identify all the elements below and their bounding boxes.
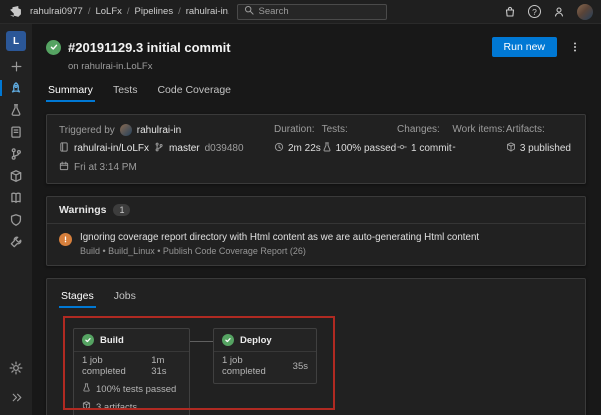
project-avatar[interactable]: L [6,31,26,51]
run-subtitle: on rahulrai-in.LoLFx [68,61,153,72]
warnings-header[interactable]: Warnings 1 [47,197,585,224]
beaker-icon [82,383,91,395]
work-items-column: Work items: - [452,124,506,153]
stage-tests-status[interactable]: 100% tests passed [96,384,176,395]
stage-name: Deploy [240,334,272,346]
triggered-by-label: Triggered by [59,124,115,136]
commit-link[interactable]: d039480 [205,143,244,154]
clock-icon [274,142,284,155]
tests-column: Tests: 100% passed [321,124,397,155]
sidebar-item-artifacts[interactable] [0,165,32,187]
tab-code-coverage[interactable]: Code Coverage [155,81,233,102]
sidebar-item-test-plans[interactable] [0,99,32,121]
duration-column: Duration: 2m 22s [274,124,321,155]
run-tabs: Summary Tests Code Coverage [46,81,586,102]
stages-card: Stages Jobs Build 1 job completed 1m 31s [46,278,586,415]
warnings-count-badge: 1 [113,204,131,216]
breadcrumb-item-org[interactable]: rahulrai0977 [30,6,83,17]
package-icon [82,401,91,413]
sidebar-item-wiki[interactable] [0,187,32,209]
sidebar-item-extensions[interactable] [0,231,32,253]
build-success-check-icon [82,334,94,346]
rail-bottom [0,357,32,415]
stage-artifacts-status[interactable]: 3 artifacts [96,402,137,413]
warnings-card: Warnings 1 Ignoring coverage report dire… [46,196,586,266]
trigger-user-avatar [119,124,132,136]
branch-icon [154,142,164,155]
stage-duration: 1m 31s [151,355,167,377]
sidebar-item-pipelines[interactable] [0,77,32,99]
marketplace-bag-icon[interactable] [503,5,517,19]
artifacts-column: Artifacts: 3 published [505,124,571,155]
search-box[interactable] [236,3,387,20]
commit-icon [397,142,407,155]
breadcrumb-item-pipelines[interactable]: Pipelines [135,6,174,17]
azure-devops-logo-icon[interactable] [8,5,22,19]
project-settings-gear-icon[interactable] [0,357,32,379]
warnings-title: Warnings [59,204,107,216]
run-new-button[interactable]: Run new [491,37,557,57]
breadcrumb-item-project[interactable]: LoLFx [95,6,121,17]
page-title: #20191129.3 initial commit [68,39,231,55]
branch-link[interactable]: master [169,143,200,154]
add-icon[interactable] [0,55,32,77]
breadcrumb-separator: / [178,6,181,17]
sidebar-item-repos[interactable] [0,143,32,165]
repo-link[interactable]: rahulrai-in/LoLFx [74,143,149,154]
calendar-icon [59,161,69,174]
stage-graph: Build 1 job completed 1m 31s 100% tests … [59,312,573,415]
warning-icon [59,233,72,246]
stage-name: Build [100,334,124,346]
search-input[interactable] [258,6,380,17]
azure-devops-window: rahulrai0977 / LoLFx / Pipelines / rahul… [0,0,601,415]
tab-tests[interactable]: Tests [111,81,140,102]
help-icon[interactable]: ? [528,5,541,18]
stages-tabs: Stages Jobs [59,287,573,308]
stage-build[interactable]: Build 1 job completed 1m 31s 100% tests … [73,328,190,415]
stage-jobs-status: 1 job completed [222,355,266,377]
sidebar-item-security[interactable] [0,209,32,231]
user-avatar[interactable] [577,3,593,20]
breadcrumb-separator: / [87,6,91,17]
run-title-row: #20191129.3 initial commit Run new [46,36,586,58]
trigger-user-link[interactable]: rahulrai-in [137,125,181,136]
package-icon [506,142,516,155]
tab-jobs[interactable]: Jobs [112,287,138,308]
breadcrumb-separator: / [126,6,130,17]
left-nav-rail: L [0,24,32,415]
warning-source: Build • Build_Linux • Publish Code Cover… [80,246,306,256]
more-actions-icon[interactable] [564,36,586,58]
expand-rail-icon[interactable] [0,386,32,408]
stage-connector [189,341,213,342]
breadcrumb: rahulrai0977 / LoLFx / Pipelines / rahul… [30,6,229,17]
stage-duration: 35s [292,360,308,372]
changes-column: Changes: 1 commit [397,124,452,155]
tab-stages[interactable]: Stages [59,287,96,308]
repo-icon [59,142,69,155]
triggered-by-card: Triggered by rahulrai-in rahulrai-in/LoL… [46,114,586,184]
stage-deploy[interactable]: Deploy 1 job completed 35s [213,328,317,384]
sidebar-item-boards[interactable] [0,121,32,143]
run-date: Fri at 3:14 PM [74,162,137,173]
warning-message: Ignoring coverage report directory with … [80,232,480,243]
top-bar: rahulrai0977 / LoLFx / Pipelines / rahul… [0,0,601,24]
trigger-info: Triggered by rahulrai-in rahulrai-in/LoL… [59,124,264,174]
tab-summary[interactable]: Summary [46,81,95,102]
main-content: #20191129.3 initial commit Run new on ra… [32,24,601,415]
user-settings-icon[interactable] [552,5,566,19]
warning-item[interactable]: Ignoring coverage report directory with … [47,224,585,265]
stage-jobs-status: 1 job completed [82,355,126,377]
deploy-success-check-icon [222,334,234,346]
success-check-icon [46,39,61,55]
top-right-actions: ? [395,3,593,20]
search-icon [244,5,254,18]
breadcrumb-item-pipeline[interactable]: rahulrai-in.LoLFx [186,6,229,17]
run-summary-columns: Duration: 2m 22s Tests: 100% passed Chan… [274,124,573,174]
beaker-icon [322,142,332,155]
